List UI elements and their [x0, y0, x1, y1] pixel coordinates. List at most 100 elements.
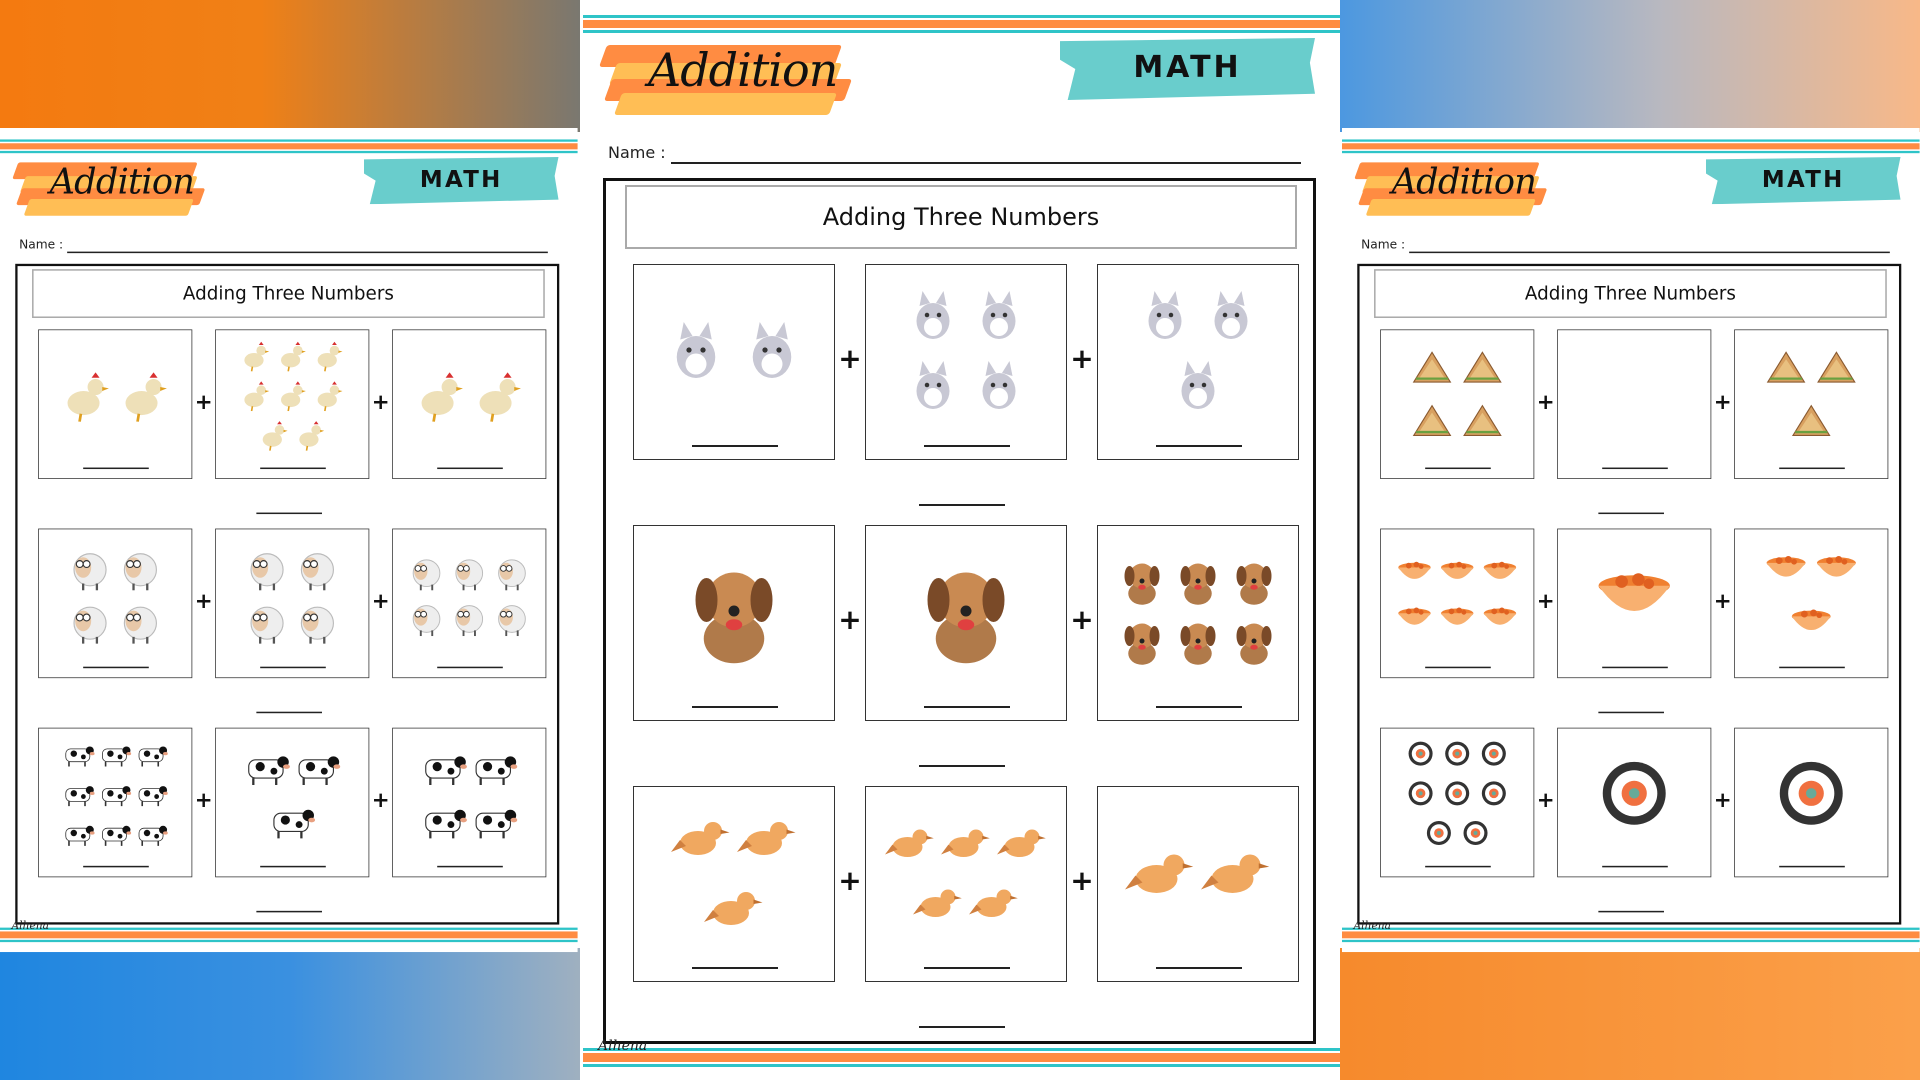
sum-answer-line[interactable] [256, 910, 322, 913]
picture-box-sheep [38, 528, 193, 679]
cat-icon [661, 315, 731, 389]
worksheet-page-center: Addition MATH Name : + + + + + + Adding Three Num… [583, 0, 1340, 1080]
count-answer-line[interactable] [83, 467, 149, 470]
addition-title: Addition [648, 43, 838, 97]
count-answer-line[interactable] [260, 467, 326, 470]
sheep-icon [450, 598, 488, 639]
chicken-icon [276, 379, 308, 414]
plus-sign: + [371, 588, 390, 614]
count-answer-line[interactable] [1779, 467, 1845, 470]
picture-group [876, 275, 1056, 429]
background-top-right [1340, 0, 1920, 132]
picture-box-cow [215, 727, 370, 878]
sum-answer-line[interactable] [1598, 512, 1664, 515]
plus-sign: + [1536, 787, 1555, 813]
dog-icon [1229, 556, 1279, 610]
sum-answer-line[interactable] [1598, 910, 1664, 913]
name-input-line[interactable] [1409, 251, 1890, 254]
cow-icon [421, 744, 467, 793]
count-answer-line[interactable] [1156, 445, 1242, 447]
count-answer-line[interactable] [1779, 666, 1845, 669]
picture-box-sandwich [1734, 329, 1889, 479]
count-answer-line[interactable] [924, 445, 1010, 447]
cow-icon [63, 777, 95, 812]
cat-icon [1135, 285, 1195, 349]
bird-icon [1201, 837, 1271, 911]
decorative-stripe [1342, 939, 1920, 943]
count-answer-line[interactable] [1779, 865, 1845, 868]
plus-sign: + [194, 787, 213, 813]
decorative-stripe [0, 139, 578, 142]
plus-sign: + [1536, 588, 1555, 614]
count-answer-line[interactable] [437, 865, 503, 868]
picture-group [1389, 338, 1526, 456]
picture-box-bird [865, 786, 1067, 982]
count-answer-line[interactable] [260, 666, 326, 669]
picture-box-cat [633, 264, 835, 460]
cow-icon [99, 738, 132, 773]
sum-answer-line[interactable] [919, 1026, 1005, 1028]
sum-answer-line[interactable] [256, 512, 322, 515]
name-label: Name : [608, 143, 666, 162]
chicken-icon [295, 419, 327, 454]
picture-group [1566, 537, 1703, 655]
count-answer-line[interactable] [1602, 467, 1668, 470]
count-answer-line[interactable] [1156, 967, 1242, 969]
count-answer-line[interactable] [437, 467, 503, 470]
name-input-line[interactable] [671, 162, 1301, 164]
picture-box-dog [633, 525, 835, 721]
worksheet-heading: Adding Three Numbers [625, 185, 1297, 249]
cat-icon [969, 355, 1029, 419]
plus-sign: + [1713, 787, 1732, 813]
sum-answer-line[interactable] [919, 765, 1005, 767]
count-answer-line[interactable] [83, 666, 149, 669]
decorative-stripe [1342, 931, 1920, 939]
decorative-stripe [0, 927, 578, 930]
math-banner: MATH [1060, 38, 1315, 100]
cow-icon [244, 744, 290, 793]
count-answer-line[interactable] [1156, 706, 1242, 708]
sandwich-icon [1460, 345, 1506, 394]
cat-icon [737, 315, 807, 389]
sum-answer-line[interactable] [919, 504, 1005, 506]
picture-group [1108, 797, 1288, 951]
cow-icon [63, 817, 95, 852]
count-answer-line[interactable] [1425, 865, 1491, 868]
picture-box-sandwich [1557, 329, 1712, 479]
count-answer-line[interactable] [692, 967, 778, 969]
picture-group [1108, 275, 1288, 429]
sum-answer-line[interactable] [1598, 711, 1664, 714]
count-answer-line[interactable] [1425, 467, 1491, 470]
count-answer-line[interactable] [437, 666, 503, 669]
picture-group [876, 797, 1056, 951]
addition-banner: Addition [1354, 155, 1552, 216]
plus-sign: + [838, 342, 862, 375]
signature: Alhena [1353, 919, 1392, 933]
picture-group [401, 537, 538, 655]
bowl-icon [1438, 552, 1476, 593]
chicken-icon [276, 339, 308, 374]
picture-box-chicken [392, 329, 547, 479]
count-answer-line[interactable] [1425, 666, 1491, 669]
count-answer-line[interactable] [692, 706, 778, 708]
count-answer-line[interactable] [692, 445, 778, 447]
picture-group [47, 338, 184, 456]
count-answer-line[interactable] [260, 865, 326, 868]
count-answer-line[interactable] [924, 706, 1010, 708]
count-answer-line[interactable] [924, 967, 1010, 969]
plus-sign: + [1070, 603, 1094, 636]
sushi-icon [1460, 817, 1492, 852]
picture-group [1389, 736, 1526, 854]
sum-answer-line[interactable] [256, 711, 322, 714]
picture-box-sheep [392, 528, 547, 679]
count-answer-line[interactable] [1602, 666, 1668, 669]
plus-sign: + [1070, 864, 1094, 897]
count-answer-line[interactable] [83, 865, 149, 868]
name-input-line[interactable] [67, 251, 548, 254]
dog-icon [1117, 616, 1167, 670]
bird-icon [885, 817, 935, 871]
sandwich-icon [1409, 345, 1455, 394]
bird-icon [969, 877, 1019, 931]
count-answer-line[interactable] [1602, 865, 1668, 868]
cow-icon [136, 738, 168, 773]
